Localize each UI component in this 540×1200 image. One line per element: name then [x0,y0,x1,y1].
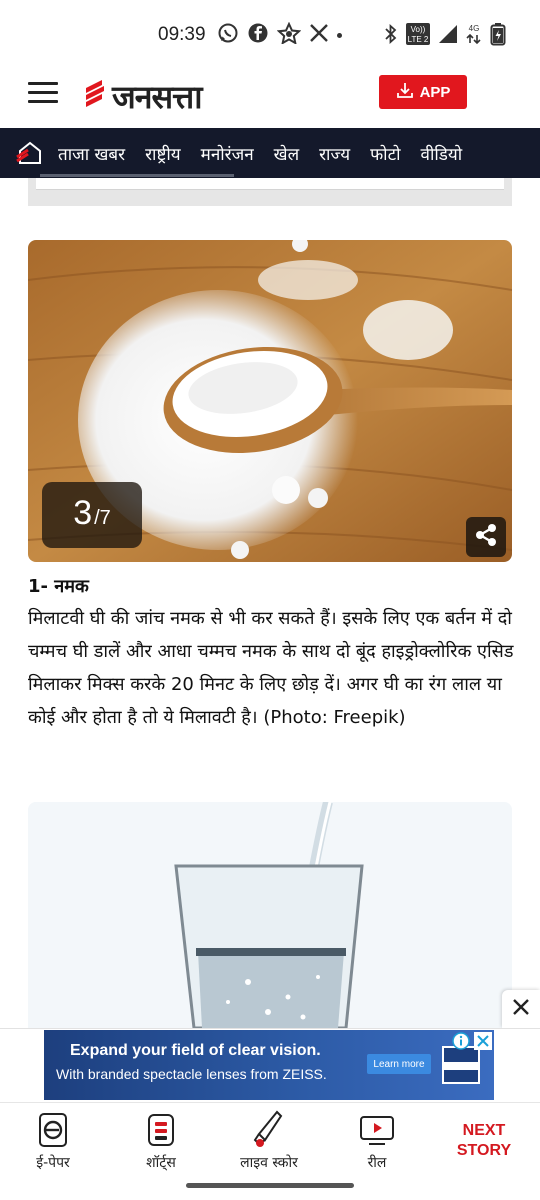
slide-counter-total: /7 [94,507,111,529]
app-download-button[interactable]: APP [379,75,467,109]
slide-image-water [28,802,512,1028]
system-home-indicator[interactable] [186,1183,354,1188]
svg-text:Vo)): Vo)) [411,25,426,34]
bluetooth-icon [384,23,398,49]
app-button-label: APP [419,83,451,101]
bottom-nav-reel[interactable]: रील [332,1111,422,1172]
bottom-nav-epaper-label: ई-पेपर [36,1155,70,1171]
nav-item-entertainment[interactable]: मनोरंजन [201,142,254,165]
share-button[interactable] [466,517,506,557]
hamburger-menu-button[interactable] [28,82,58,104]
star-badge-icon [276,21,302,48]
bottom-nav-reel-label: रील [367,1155,387,1171]
share-icon [473,522,499,552]
nav-item-latest[interactable]: ताजा खबर [58,142,125,165]
nav-scroll-indicator [40,174,234,177]
download-icon [396,81,414,103]
home-icon[interactable] [16,140,44,170]
bottom-nav-live-score-label: लाइव स्कोर [240,1155,298,1171]
nav-item-national[interactable]: राष्ट्रीय [145,142,181,165]
ad-headline: Expand your field of clear vision. [70,1042,321,1059]
svg-text:LTE 2: LTE 2 [408,35,429,44]
x-twitter-icon [309,23,329,47]
whatsapp-icon [217,22,239,48]
ad-choice-close-icon[interactable] [474,1032,492,1054]
epaper-icon [8,1111,98,1149]
bottom-nav-shorts[interactable]: शॉर्ट्स [116,1111,206,1172]
next-story-button[interactable]: NEXT STORY [444,1121,524,1161]
ad-info-icon[interactable] [452,1032,470,1054]
slide-counter-current: 3 [73,494,93,532]
battery-icon [490,22,506,50]
ad-close-button[interactable] [502,990,540,1028]
close-icon [511,997,531,1021]
facebook-icon [247,22,269,48]
previous-card-bottom [36,178,504,190]
category-nav: ताजा खबर राष्ट्रीय मनोरंजन खेल राज्य फोट… [0,128,540,178]
volte-icon: Vo)) LTE 2 [405,22,431,50]
nav-item-states[interactable]: राज्य [319,142,350,165]
ad-subline: With branded spectacle lenses from ZEISS… [56,1066,327,1082]
ad-banner[interactable]: Expand your field of clear vision. With … [44,1030,494,1100]
ad-learn-more-button[interactable]: Learn more [367,1054,431,1074]
nav-item-videos[interactable]: वीडियो [421,142,463,165]
logo-mark-icon [82,74,112,118]
nav-item-sports[interactable]: खेल [274,142,299,165]
slide-image-salt: 3 /7 [28,240,512,562]
bottom-nav-shorts-label: शॉर्ट्स [146,1155,176,1171]
more-notifications-dot [337,32,342,38]
network-4g-icon: 4G [465,23,483,49]
status-bar: 09:39 Vo)) LTE 2 4G [0,0,540,72]
slide-caption-body: मिलाटवी घी की जांच नमक से भी कर सकते हैं… [28,608,514,728]
slide-caption-title: 1- नमक [28,576,89,597]
status-time: 09:39 [158,24,206,45]
ad-info-controls [452,1032,492,1054]
slide-counter: 3 /7 [42,482,142,548]
bottom-nav-epaper[interactable]: ई-पेपर [8,1111,98,1172]
cricket-bat-icon [224,1110,314,1149]
nav-item-photos[interactable]: फोटो [370,142,400,165]
reel-play-icon [332,1111,422,1149]
bottom-nav-live-score[interactable]: लाइव स्कोर [224,1110,314,1172]
site-logo[interactable]: जनसत्ता [82,74,203,118]
logo-text: जनसत्ता [112,77,203,116]
app-header: जनसत्ता APP [0,72,540,128]
signal-icon [438,24,458,48]
svg-text:4G: 4G [469,24,480,33]
shorts-icon [116,1111,206,1149]
